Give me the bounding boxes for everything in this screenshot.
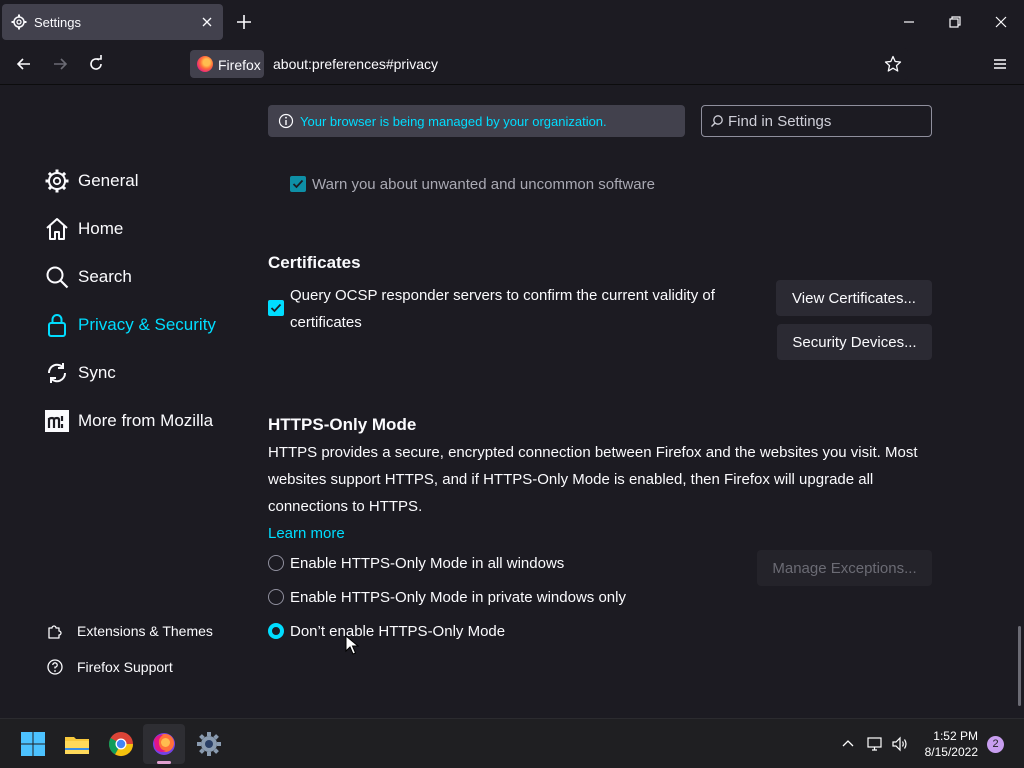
title-bar: Settings xyxy=(0,0,1024,44)
active-app-indicator xyxy=(157,761,171,764)
https-desc-line3: connections to HTTPS. xyxy=(268,498,423,515)
sidebar-item-privacy-security[interactable]: Privacy & Security xyxy=(44,311,216,339)
windows-start-icon[interactable] xyxy=(19,730,47,758)
scrollbar-thumb[interactable] xyxy=(1018,626,1021,706)
mozilla-icon xyxy=(45,410,69,432)
sidebar-item-home[interactable]: Home xyxy=(44,215,123,243)
url-bar[interactable]: Firefox about:preferences#privacy xyxy=(188,48,908,80)
sidebar-item-more-from-mozilla[interactable]: More from Mozilla xyxy=(44,407,213,435)
clock-time: 1:52 PM xyxy=(933,729,978,743)
notification-badge[interactable]: 2 xyxy=(987,736,1004,753)
identity-box[interactable]: Firefox xyxy=(190,50,264,78)
firefox-icon[interactable] xyxy=(150,730,178,758)
sidebar-item-label: General xyxy=(78,171,139,190)
chevron-up-icon[interactable] xyxy=(839,735,857,753)
sidebar-item-label: More from Mozilla xyxy=(78,411,214,430)
https-desc-line1: HTTPS provides a secure, encrypted conne… xyxy=(268,444,918,461)
ocsp-checkbox[interactable] xyxy=(268,300,284,316)
sidebar-item-label: Sync xyxy=(78,363,116,382)
forward-icon[interactable] xyxy=(50,54,70,74)
managed-banner: Your browser is being managed by your or… xyxy=(268,105,685,137)
puzzle-icon xyxy=(48,625,62,639)
manage-exceptions-button[interactable]: Manage Exceptions... xyxy=(757,550,932,586)
certificates-heading: Certificates xyxy=(268,253,361,272)
sidebar-item-sync[interactable]: Sync xyxy=(44,359,116,387)
find-in-settings[interactable] xyxy=(701,105,932,137)
sidebar-footer-label: Extensions & Themes xyxy=(77,623,213,639)
learn-more-link[interactable]: Learn more xyxy=(268,525,345,542)
volume-icon[interactable] xyxy=(891,735,909,753)
sidebar-item-label: Home xyxy=(78,219,124,238)
checkmark-icon xyxy=(292,179,304,189)
ocsp-label-line2: certificates xyxy=(290,314,362,331)
checkmark-icon xyxy=(270,303,282,313)
network-icon[interactable] xyxy=(866,735,884,753)
managed-banner-text[interactable]: Your browser is being managed by your or… xyxy=(300,114,607,129)
https-disabled-label: Don’t enable HTTPS-Only Mode xyxy=(290,623,506,640)
warn-unwanted-label: Warn you about unwanted and uncommon sof… xyxy=(312,176,655,193)
firefox-logo-icon xyxy=(197,56,213,72)
identity-label: Firefox xyxy=(218,57,261,73)
https-private-windows-radio[interactable] xyxy=(268,589,284,605)
search-icon xyxy=(46,266,69,289)
reload-icon[interactable] xyxy=(86,54,106,74)
https-private-windows-label: Enable HTTPS-Only Mode in private window… xyxy=(290,589,626,606)
close-tab-icon[interactable] xyxy=(199,14,215,30)
https-all-windows-radio[interactable] xyxy=(268,555,284,571)
https-disabled-radio[interactable] xyxy=(268,623,284,639)
sidebar-firefox-support[interactable]: Firefox Support xyxy=(46,657,173,677)
https-only-heading: HTTPS-Only Mode xyxy=(268,415,417,434)
sidebar-extensions-themes[interactable]: Extensions & Themes xyxy=(46,621,213,641)
tab-title: Settings xyxy=(34,15,81,30)
minimize-icon[interactable] xyxy=(899,12,919,32)
sidebar-item-label: Privacy & Security xyxy=(78,315,216,334)
tab-settings[interactable]: Settings xyxy=(2,4,223,40)
home-icon xyxy=(46,218,68,240)
gear-icon xyxy=(45,169,69,193)
mouse-cursor-icon xyxy=(345,635,359,655)
settings-gear-icon[interactable] xyxy=(195,730,223,758)
hamburger-menu-icon[interactable] xyxy=(990,54,1010,74)
clock[interactable]: 1:52 PM 8/15/2022 xyxy=(912,728,978,760)
search-icon xyxy=(711,115,723,127)
restore-icon[interactable] xyxy=(945,12,965,32)
url-text[interactable]: about:preferences#privacy xyxy=(273,56,438,72)
info-icon xyxy=(278,113,294,129)
help-icon xyxy=(47,659,63,675)
lock-icon xyxy=(48,314,66,337)
sync-icon xyxy=(47,363,67,383)
taskbar: 1:52 PM 8/15/2022 2 xyxy=(0,718,1024,768)
nav-bar: Firefox about:preferences#privacy xyxy=(0,44,1024,85)
clock-date: 8/15/2022 xyxy=(924,745,978,759)
sidebar-item-label: Search xyxy=(78,267,132,286)
chrome-icon[interactable] xyxy=(107,730,135,758)
ocsp-label-line1: Query OCSP responder servers to confirm … xyxy=(290,287,715,304)
back-icon[interactable] xyxy=(14,54,34,74)
sidebar-footer-label: Firefox Support xyxy=(77,659,173,675)
gear-icon xyxy=(11,14,27,30)
https-all-windows-label: Enable HTTPS-Only Mode in all windows xyxy=(290,555,565,572)
sidebar-item-general[interactable]: General xyxy=(44,167,138,195)
search-input[interactable] xyxy=(728,110,924,132)
bookmark-star-icon[interactable] xyxy=(884,55,902,73)
new-tab-icon[interactable] xyxy=(234,12,254,32)
file-explorer-icon[interactable] xyxy=(63,730,91,758)
sidebar-item-search[interactable]: Search xyxy=(44,263,132,291)
https-desc-line2: websites support HTTPS, and if HTTPS-Onl… xyxy=(268,471,874,488)
close-window-icon[interactable] xyxy=(991,12,1011,32)
settings-page: Your browser is being managed by your or… xyxy=(0,86,1024,718)
security-devices-button[interactable]: Security Devices... xyxy=(777,324,932,360)
view-certificates-button[interactable]: View Certificates... xyxy=(776,280,932,316)
warn-unwanted-checkbox[interactable] xyxy=(290,176,306,192)
